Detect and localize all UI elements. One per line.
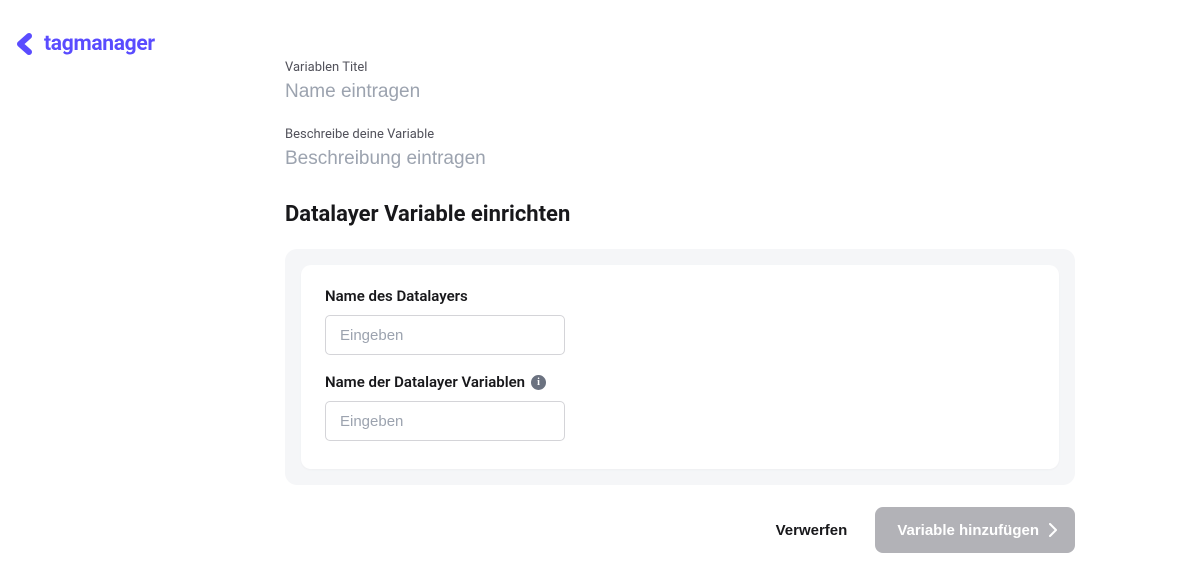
variable-title-input[interactable] xyxy=(285,81,1075,103)
discard-button[interactable]: Verwerfen xyxy=(776,522,848,539)
variable-description-label: Beschreibe deine Variable xyxy=(285,127,1075,142)
datalayer-name-label-text: Name des Datalayers xyxy=(325,287,468,305)
datalayer-name-input[interactable] xyxy=(325,315,565,355)
variable-title-label: Variablen Titel xyxy=(285,60,1075,75)
app-logo[interactable]: tagmanager xyxy=(14,32,155,56)
add-variable-button-label: Variable hinzufügen xyxy=(897,522,1039,539)
variable-name-label: Name der Datalayer Variablen i xyxy=(325,373,1035,391)
datalayer-name-label: Name des Datalayers xyxy=(325,287,1035,305)
variable-name-label-text: Name der Datalayer Variablen xyxy=(325,373,525,391)
action-bar: Verwerfen Variable hinzufügen xyxy=(285,507,1075,553)
row-variable-name: Name der Datalayer Variablen i xyxy=(325,373,1035,441)
field-variable-title: Variablen Titel xyxy=(285,60,1075,103)
config-card-outer: Name des Datalayers Name der Datalayer V… xyxy=(285,249,1075,485)
logo-text: tagmanager xyxy=(44,32,155,56)
variable-name-input[interactable] xyxy=(325,401,565,441)
main-content: Variablen Titel Beschreibe deine Variabl… xyxy=(285,60,1075,553)
add-variable-button[interactable]: Variable hinzufügen xyxy=(875,507,1075,553)
section-heading: Datalayer Variable einrichten xyxy=(285,202,1075,227)
logo-chevron-icon xyxy=(14,32,38,56)
field-variable-description: Beschreibe deine Variable xyxy=(285,127,1075,170)
chevron-right-icon xyxy=(1049,523,1057,537)
config-card-inner: Name des Datalayers Name der Datalayer V… xyxy=(301,265,1059,469)
row-datalayer-name: Name des Datalayers xyxy=(325,287,1035,355)
variable-description-input[interactable] xyxy=(285,148,1075,170)
info-icon[interactable]: i xyxy=(531,375,546,390)
